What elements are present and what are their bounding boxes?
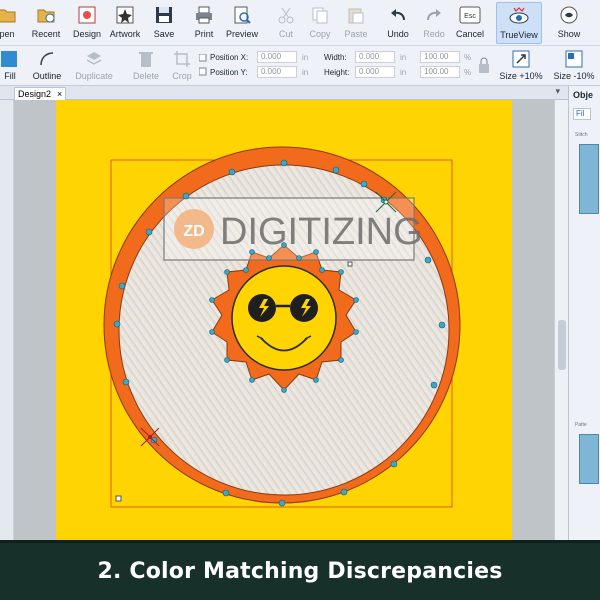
redo-icon bbox=[423, 4, 445, 26]
resize-handle[interactable] bbox=[115, 495, 122, 502]
stitch-label: Stitch bbox=[575, 132, 588, 138]
print-button[interactable]: Print bbox=[192, 4, 216, 44]
floppy-disk-icon bbox=[153, 4, 175, 26]
position-x-field[interactable]: 0.000 bbox=[257, 51, 297, 63]
vertical-scrollbar[interactable] bbox=[554, 100, 568, 540]
width-percent-field[interactable]: 100.00 bbox=[420, 51, 460, 63]
artwork-icon bbox=[114, 4, 136, 26]
copy-icon bbox=[309, 4, 331, 26]
tab-design2[interactable]: Design2 × bbox=[14, 87, 67, 100]
panel-title: Obje bbox=[573, 90, 594, 100]
watermark-text: DIGITIZING bbox=[220, 211, 423, 253]
pattern-label: Patte bbox=[575, 422, 587, 428]
size-plus-button[interactable]: Size +10% bbox=[498, 49, 544, 81]
undo-button[interactable]: Undo bbox=[386, 4, 410, 44]
caption-banner: 2. Color Matching Discrepancies bbox=[0, 540, 600, 600]
scale-down-icon bbox=[565, 50, 583, 68]
scale-up-icon bbox=[512, 50, 530, 68]
eye-icon bbox=[508, 5, 530, 27]
position-y-field[interactable]: 0.000 bbox=[257, 66, 297, 78]
tab-fill[interactable]: Fil bbox=[573, 108, 591, 120]
watermark-badge-text: ZD bbox=[183, 223, 204, 240]
paste-icon bbox=[345, 4, 367, 26]
width-field[interactable]: 0.000 bbox=[355, 51, 395, 63]
fill-icon bbox=[1, 51, 17, 67]
trueview-button[interactable]: TrueView bbox=[496, 2, 542, 44]
lock-ratio-icon[interactable] bbox=[476, 56, 492, 76]
duplicate-button[interactable]: Duplicate bbox=[74, 49, 114, 81]
crop-button[interactable]: Crop bbox=[170, 49, 194, 81]
crop-icon bbox=[174, 51, 190, 67]
scissors-icon bbox=[275, 4, 297, 26]
embroidery-design: ZD DIGITIZING bbox=[56, 100, 512, 540]
duplicate-icon bbox=[86, 52, 102, 65]
delete-button[interactable]: Delete bbox=[130, 49, 162, 81]
sun-face[interactable] bbox=[231, 265, 337, 371]
show-button[interactable]: Show bbox=[554, 4, 584, 44]
reference-point[interactable] bbox=[347, 261, 353, 267]
recent-button[interactable]: Recent bbox=[28, 4, 64, 44]
trash-icon bbox=[139, 52, 153, 67]
svg-text:Esc: Esc bbox=[464, 13, 476, 20]
tab-title: Design2 bbox=[18, 89, 52, 99]
folder-icon bbox=[0, 4, 18, 26]
save-button[interactable]: Save bbox=[152, 4, 176, 44]
undo-icon bbox=[387, 4, 409, 26]
outline-button[interactable]: Outline bbox=[30, 49, 64, 81]
edit-toolbar: Fill Outline Duplicate Delete Crop Posit… bbox=[0, 46, 600, 86]
preview-button[interactable]: Preview bbox=[226, 4, 258, 44]
height-field[interactable]: 0.000 bbox=[355, 66, 395, 78]
chevron-down-icon[interactable]: ▾ bbox=[555, 86, 560, 97]
stitch-swatch[interactable] bbox=[579, 144, 599, 214]
cancel-button[interactable]: Esc Cancel bbox=[454, 4, 486, 44]
main-toolbar: pen Recent Design Artwork Save Print Pre… bbox=[0, 0, 600, 46]
preview-icon bbox=[231, 4, 253, 26]
height-percent-field[interactable]: 100.00 bbox=[420, 66, 460, 78]
scrollbar-thumb[interactable] bbox=[558, 320, 566, 370]
document-tabbar: Design2 × ▾ bbox=[0, 86, 568, 100]
design-icon bbox=[76, 4, 98, 26]
open-button[interactable]: pen bbox=[0, 4, 18, 44]
size-minus-button[interactable]: Size -10% bbox=[550, 49, 598, 81]
redo-button[interactable]: Redo bbox=[422, 4, 446, 44]
artwork-button[interactable]: Artwork bbox=[108, 4, 142, 44]
position-anchor-icon bbox=[199, 54, 207, 76]
design-button[interactable]: Design bbox=[72, 4, 102, 44]
object-properties-panel: Obje Fil Stitch Patte bbox=[568, 86, 600, 540]
show-eye-icon bbox=[558, 4, 580, 26]
cut-button[interactable]: Cut bbox=[276, 4, 296, 44]
printer-icon bbox=[193, 4, 215, 26]
close-icon[interactable]: × bbox=[57, 89, 62, 99]
outline-icon bbox=[40, 52, 54, 66]
paste-button[interactable]: Paste bbox=[344, 4, 368, 44]
copy-button[interactable]: Copy bbox=[308, 4, 332, 44]
recent-folder-icon bbox=[35, 4, 57, 26]
ruler-gutter bbox=[0, 100, 14, 540]
escape-key-icon: Esc bbox=[459, 4, 481, 26]
caption-text: 2. Color Matching Discrepancies bbox=[97, 559, 503, 584]
design-canvas[interactable]: ZD DIGITIZING bbox=[14, 100, 554, 540]
pattern-swatch[interactable] bbox=[579, 434, 599, 484]
fill-button[interactable]: Fill bbox=[0, 49, 20, 81]
